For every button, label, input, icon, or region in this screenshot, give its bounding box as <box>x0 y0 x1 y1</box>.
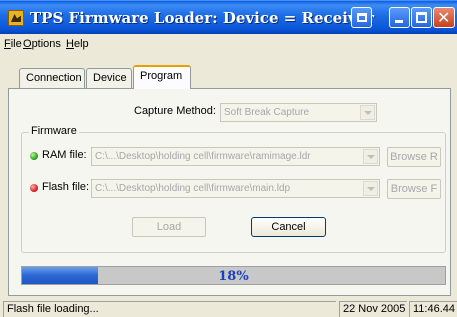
chevron-down-icon[interactable] <box>363 149 378 164</box>
menu-file-label: ile <box>10 38 22 50</box>
tab-device-label: Device <box>93 72 127 84</box>
menu-options-label: ptions <box>31 38 61 50</box>
menu-help-label: elp <box>73 38 89 50</box>
menu-bar: File Options Help <box>0 34 457 54</box>
status-message: Flash file loading... <box>3 301 336 317</box>
chevron-down-icon[interactable] <box>360 105 375 120</box>
status-time: 11:46.44 <box>409 301 457 317</box>
ram-status-icon <box>30 152 38 160</box>
status-bar: Flash file loading... 22 Nov 2005 11:46.… <box>0 300 457 317</box>
close-button[interactable]: ✕ <box>433 7 455 28</box>
dock-button[interactable] <box>351 7 372 28</box>
tab-connection-label: Connection <box>26 72 82 84</box>
browse-ram-button[interactable]: Browse R <box>387 147 441 167</box>
tab-program-label: Program <box>140 70 183 82</box>
dock-icon <box>357 13 367 22</box>
flash-file-select[interactable]: C:\...\Desktop\holding cell\firmware\mai… <box>91 179 380 198</box>
maximize-button[interactable] <box>411 7 432 28</box>
menu-file-mnemonic: F <box>4 38 11 50</box>
tab-program[interactable]: Program <box>133 65 191 89</box>
progress-percent-text: 18% <box>218 269 249 284</box>
tab-connection[interactable]: Connection <box>19 68 85 88</box>
ram-file-select[interactable]: C:\...\Desktop\holding cell\firmware\ram… <box>91 147 380 166</box>
ram-file-label: RAM file: <box>42 149 87 161</box>
menu-help[interactable]: Help <box>66 38 89 50</box>
load-button[interactable]: Load <box>132 217 206 237</box>
maximize-icon <box>416 12 427 23</box>
flash-status-icon <box>30 184 38 192</box>
app-icon[interactable] <box>8 10 24 26</box>
close-icon: ✕ <box>437 8 451 27</box>
menu-options[interactable]: Options <box>23 38 61 50</box>
minimize-button[interactable] <box>389 7 410 28</box>
chevron-down-icon[interactable] <box>363 181 378 196</box>
capture-method-value: Soft Break Capture <box>224 107 310 118</box>
browse-flash-button[interactable]: Browse F <box>387 179 441 199</box>
flash-file-label: Flash file: <box>42 181 90 193</box>
flash-file-path: C:\...\Desktop\holding cell\firmware\mai… <box>95 183 291 194</box>
firmware-group-title: Firmware <box>29 125 79 137</box>
status-date: 22 Nov 2005 <box>339 301 407 317</box>
firmware-loader-window: TPS Firmware Loader: Device = Receiver ✕… <box>0 0 457 317</box>
capture-method-label: Capture Method: <box>134 105 216 117</box>
cancel-button[interactable]: Cancel <box>251 217 326 237</box>
title-bar[interactable]: TPS Firmware Loader: Device = Receiver ✕ <box>0 0 457 34</box>
menu-options-mnemonic: O <box>23 38 32 50</box>
minimize-icon <box>395 20 403 23</box>
ram-file-path: C:\...\Desktop\holding cell\firmware\ram… <box>95 151 311 162</box>
tab-device[interactable]: Device <box>86 68 132 88</box>
capture-method-select[interactable]: Soft Break Capture <box>220 103 377 122</box>
window-title: TPS Firmware Loader: Device = Receiver <box>30 9 375 27</box>
menu-help-mnemonic: H <box>66 38 74 50</box>
load-progress-bar: 18% <box>21 266 446 285</box>
menu-file[interactable]: File <box>4 38 22 50</box>
